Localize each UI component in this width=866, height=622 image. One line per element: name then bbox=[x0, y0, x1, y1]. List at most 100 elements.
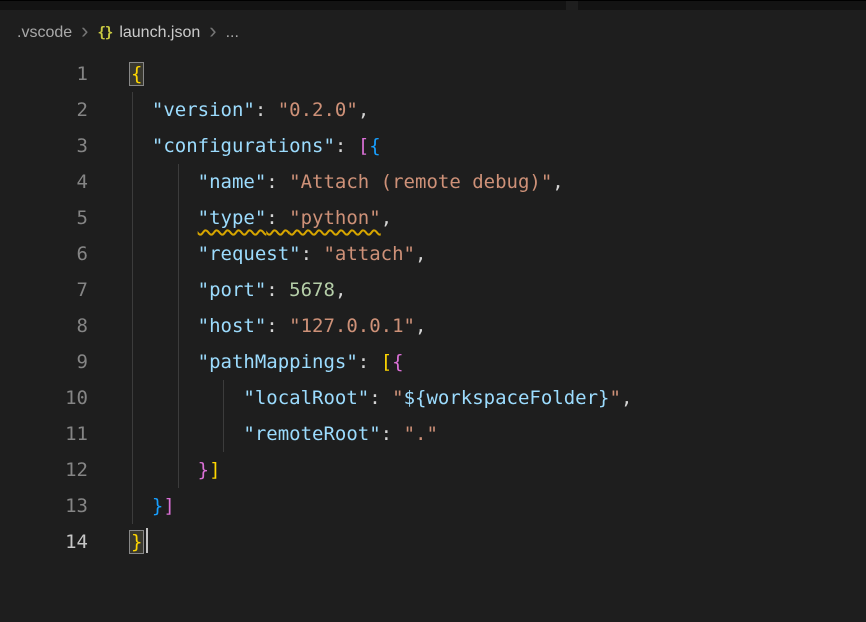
code-token: "localRoot" bbox=[243, 387, 369, 409]
code-token: ] bbox=[163, 495, 174, 517]
code-line[interactable]: 8 "host": "127.0.0.1", bbox=[0, 308, 866, 344]
code-token: } bbox=[198, 459, 209, 481]
line-number[interactable]: 11 bbox=[0, 416, 88, 452]
code-token: : bbox=[301, 243, 324, 265]
code-token: "port" bbox=[198, 279, 267, 301]
line-number[interactable]: 9 bbox=[0, 344, 88, 380]
code-token: : bbox=[358, 351, 381, 373]
code-line[interactable]: 5 "type": "python", bbox=[0, 200, 866, 236]
code-line-text[interactable]: "version": "0.2.0", bbox=[88, 92, 369, 128]
code-token bbox=[129, 315, 198, 337]
code-line-text[interactable]: "host": "127.0.0.1", bbox=[88, 308, 426, 344]
matched-bracket: } bbox=[129, 530, 144, 554]
code-token: "remoteRoot" bbox=[243, 423, 380, 445]
line-number[interactable]: 3 bbox=[0, 128, 88, 164]
code-line[interactable]: 12 }] bbox=[0, 452, 866, 488]
code-token bbox=[129, 207, 198, 229]
code-token bbox=[129, 423, 243, 445]
code-line-text[interactable]: "remoteRoot": "." bbox=[88, 416, 438, 452]
code-token: "attach" bbox=[323, 243, 415, 265]
code-token bbox=[129, 279, 198, 301]
code-line[interactable]: 1{ bbox=[0, 56, 866, 92]
line-number[interactable]: 8 bbox=[0, 308, 88, 344]
code-line[interactable]: 3 "configurations": [{ bbox=[0, 128, 866, 164]
code-token: ] bbox=[209, 459, 220, 481]
code-token: [ bbox=[358, 135, 369, 157]
code-token: " bbox=[392, 387, 403, 409]
code-token: " bbox=[609, 387, 620, 409]
code-token bbox=[129, 171, 198, 193]
line-number[interactable]: 7 bbox=[0, 272, 88, 308]
code-token: 5678 bbox=[289, 279, 335, 301]
code-line[interactable]: 7 "port": 5678, bbox=[0, 272, 866, 308]
code-token: } bbox=[152, 495, 163, 517]
code-token: , bbox=[358, 99, 369, 121]
json-file-icon: {} bbox=[97, 25, 112, 41]
line-number[interactable]: 1 bbox=[0, 56, 88, 92]
code-token bbox=[129, 243, 198, 265]
breadcrumb-file-label: launch.json bbox=[119, 24, 200, 42]
code-token: "request" bbox=[198, 243, 301, 265]
code-line-text[interactable]: "type": "python", bbox=[88, 200, 392, 236]
code-line[interactable]: 4 "name": "Attach (remote debug)", bbox=[0, 164, 866, 200]
code-line-text[interactable]: }] bbox=[88, 452, 221, 488]
code-token: "Attach (remote debug)" bbox=[289, 171, 552, 193]
code-token: "host" bbox=[198, 315, 267, 337]
line-number[interactable]: 10 bbox=[0, 380, 88, 416]
code-line[interactable]: 9 "pathMappings": [{ bbox=[0, 344, 866, 380]
line-number[interactable]: 2 bbox=[0, 92, 88, 128]
code-token: : bbox=[266, 207, 289, 229]
line-number[interactable]: 12 bbox=[0, 452, 88, 488]
text-cursor bbox=[146, 528, 148, 553]
matched-bracket: { bbox=[129, 62, 144, 86]
code-line-text[interactable]: "port": 5678, bbox=[88, 272, 346, 308]
breadcrumb-file[interactable]: {} launch.json bbox=[97, 24, 200, 42]
code-line-text[interactable]: { bbox=[88, 56, 144, 92]
code-token: ${workspaceFolder} bbox=[404, 387, 610, 409]
code-line[interactable]: 2 "version": "0.2.0", bbox=[0, 92, 866, 128]
breadcrumb-folder[interactable]: .vscode bbox=[17, 24, 72, 42]
code-token: : bbox=[381, 423, 404, 445]
code-token bbox=[129, 351, 198, 373]
indent-guide bbox=[132, 92, 133, 524]
code-token: "type" bbox=[198, 207, 267, 229]
code-token: , bbox=[335, 279, 346, 301]
code-token: : bbox=[335, 135, 358, 157]
code-token: , bbox=[415, 243, 426, 265]
line-number[interactable]: 14 bbox=[0, 524, 88, 560]
code-token: : bbox=[255, 99, 278, 121]
code-token bbox=[129, 459, 198, 481]
code-line-text[interactable]: "pathMappings": [{ bbox=[88, 344, 404, 380]
code-line[interactable]: 11 "remoteRoot": "." bbox=[0, 416, 866, 452]
code-token: , bbox=[552, 171, 563, 193]
code-line-text[interactable]: "name": "Attach (remote debug)", bbox=[88, 164, 564, 200]
line-number[interactable]: 13 bbox=[0, 488, 88, 524]
editor[interactable]: 1{2 "version": "0.2.0",3 "configurations… bbox=[0, 56, 866, 560]
breadcrumb-symbols[interactable]: ... bbox=[226, 24, 239, 42]
breadcrumb: .vscode › {} launch.json › ... bbox=[0, 10, 866, 56]
code-line[interactable]: 10 "localRoot": "${workspaceFolder}", bbox=[0, 380, 866, 416]
code-line[interactable]: 13 }] bbox=[0, 488, 866, 524]
tab-divider bbox=[566, 1, 578, 11]
code-token: "name" bbox=[198, 171, 267, 193]
code-line[interactable]: 6 "request": "attach", bbox=[0, 236, 866, 272]
code-token: , bbox=[621, 387, 632, 409]
code-token: [ bbox=[381, 351, 392, 373]
chevron-right-icon: › bbox=[81, 20, 88, 42]
code-token: , bbox=[415, 315, 426, 337]
code-token: "." bbox=[404, 423, 438, 445]
line-number[interactable]: 5 bbox=[0, 200, 88, 236]
code-line[interactable]: 14} bbox=[0, 524, 866, 560]
code-line-text[interactable]: } bbox=[88, 524, 148, 560]
code-token bbox=[129, 387, 243, 409]
code-line-text[interactable]: "request": "attach", bbox=[88, 236, 426, 272]
code-token: "version" bbox=[152, 99, 255, 121]
line-number[interactable]: 4 bbox=[0, 164, 88, 200]
code-token: : bbox=[266, 279, 289, 301]
code-token: "pathMappings" bbox=[198, 351, 358, 373]
line-number[interactable]: 6 bbox=[0, 236, 88, 272]
code-token: : bbox=[369, 387, 392, 409]
code-line-text[interactable]: "localRoot": "${workspaceFolder}", bbox=[88, 380, 632, 416]
code-token: "python" bbox=[289, 207, 381, 229]
chevron-right-icon: › bbox=[209, 20, 216, 42]
